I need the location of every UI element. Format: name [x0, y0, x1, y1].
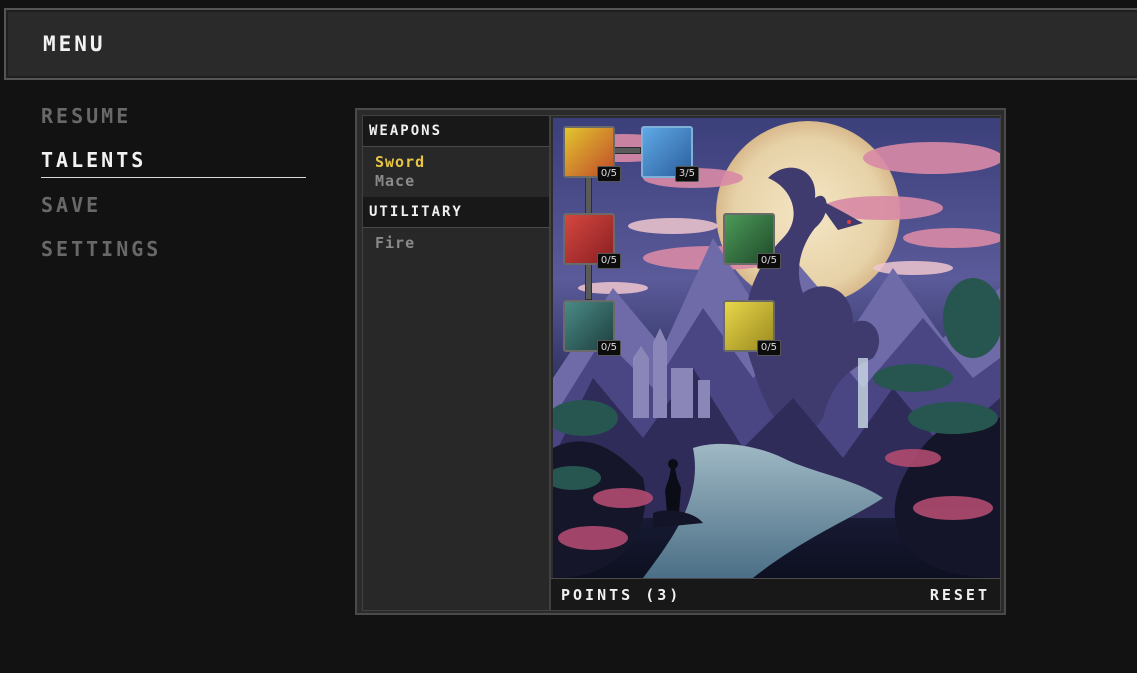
reset-button[interactable]: RESET [930, 586, 990, 604]
category-header-weapons: WEAPONS [363, 116, 549, 147]
talent-connector [613, 147, 641, 154]
category-item-sword[interactable]: Sword [375, 153, 549, 172]
talent-connector [585, 262, 592, 300]
category-column: WEAPONS Sword Mace UTILITARY Fire [362, 115, 550, 611]
talent-node-sword-strike[interactable]: 0/5 [563, 213, 621, 269]
nav-item-settings[interactable]: SETTINGS [41, 233, 306, 277]
talent-node-helmet[interactable]: 0/5 [723, 300, 781, 356]
talent-rank: 0/5 [596, 340, 621, 356]
talents-panel: WEAPONS Sword Mace UTILITARY Fire 0/5 3/… [355, 108, 1006, 615]
talent-rank: 3/5 [674, 166, 699, 182]
category-item-mace[interactable]: Mace [375, 172, 549, 191]
talent-rank: 0/5 [756, 340, 781, 356]
talent-rank: 0/5 [756, 253, 781, 269]
talent-node-sword-slash[interactable]: 3/5 [641, 126, 699, 182]
talent-rank: 0/5 [596, 253, 621, 269]
nav-item-talents[interactable]: TALENTS [41, 144, 306, 178]
talent-node-knight[interactable]: 0/5 [563, 126, 621, 182]
talent-node-shield[interactable]: 0/5 [563, 300, 621, 356]
talent-connector [585, 176, 592, 214]
nav-item-save[interactable]: SAVE [41, 189, 306, 233]
menu-title: MENU [43, 32, 106, 56]
talent-tree: 0/5 3/5 0/5 0/5 0/5 0/5 POINTS (3) RESET [550, 115, 1001, 611]
category-item-fire[interactable]: Fire [375, 234, 549, 253]
talent-rank: 0/5 [596, 166, 621, 182]
menu-header: MENU [4, 8, 1137, 80]
talent-footer: POINTS (3) RESET [551, 578, 1000, 610]
category-header-utilitary: UTILITARY [363, 197, 549, 228]
main-nav: RESUME TALENTS SAVE SETTINGS [41, 100, 306, 277]
points-counter: POINTS (3) [561, 586, 682, 604]
talent-node-crossed-blades[interactable]: 0/5 [723, 213, 781, 269]
nav-item-resume[interactable]: RESUME [41, 100, 306, 144]
